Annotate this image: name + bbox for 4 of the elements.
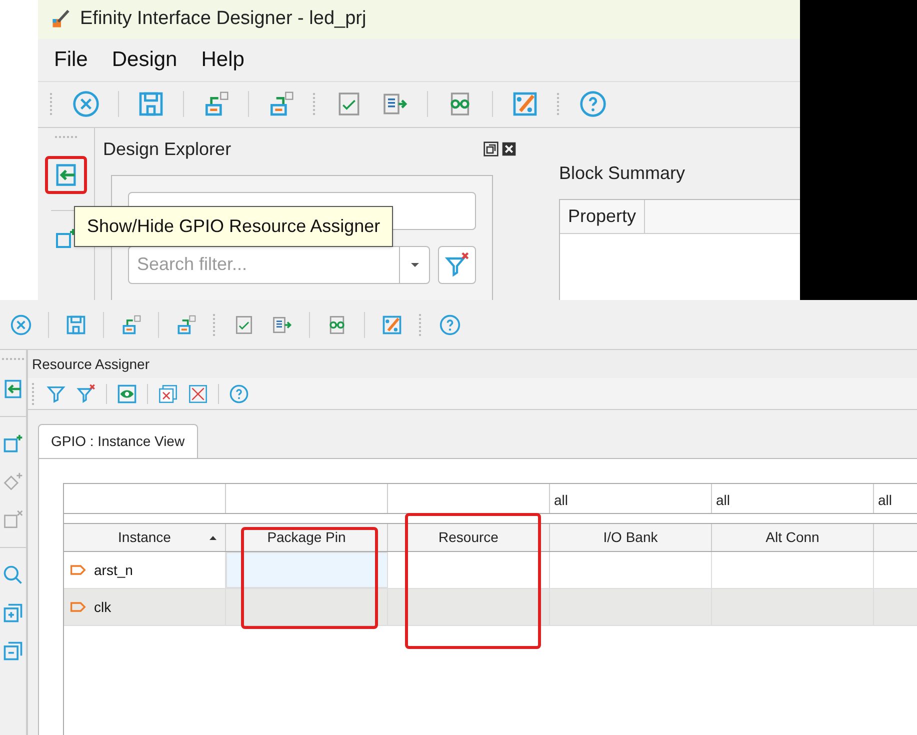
- window-title: Efinity Interface Designer - led_prj: [80, 7, 366, 32]
- panel-title: Block Summary: [559, 162, 686, 185]
- panel-title: Design Explorer: [103, 138, 232, 161]
- tooltip: Show/Hide GPIO Resource Assigner: [74, 206, 394, 247]
